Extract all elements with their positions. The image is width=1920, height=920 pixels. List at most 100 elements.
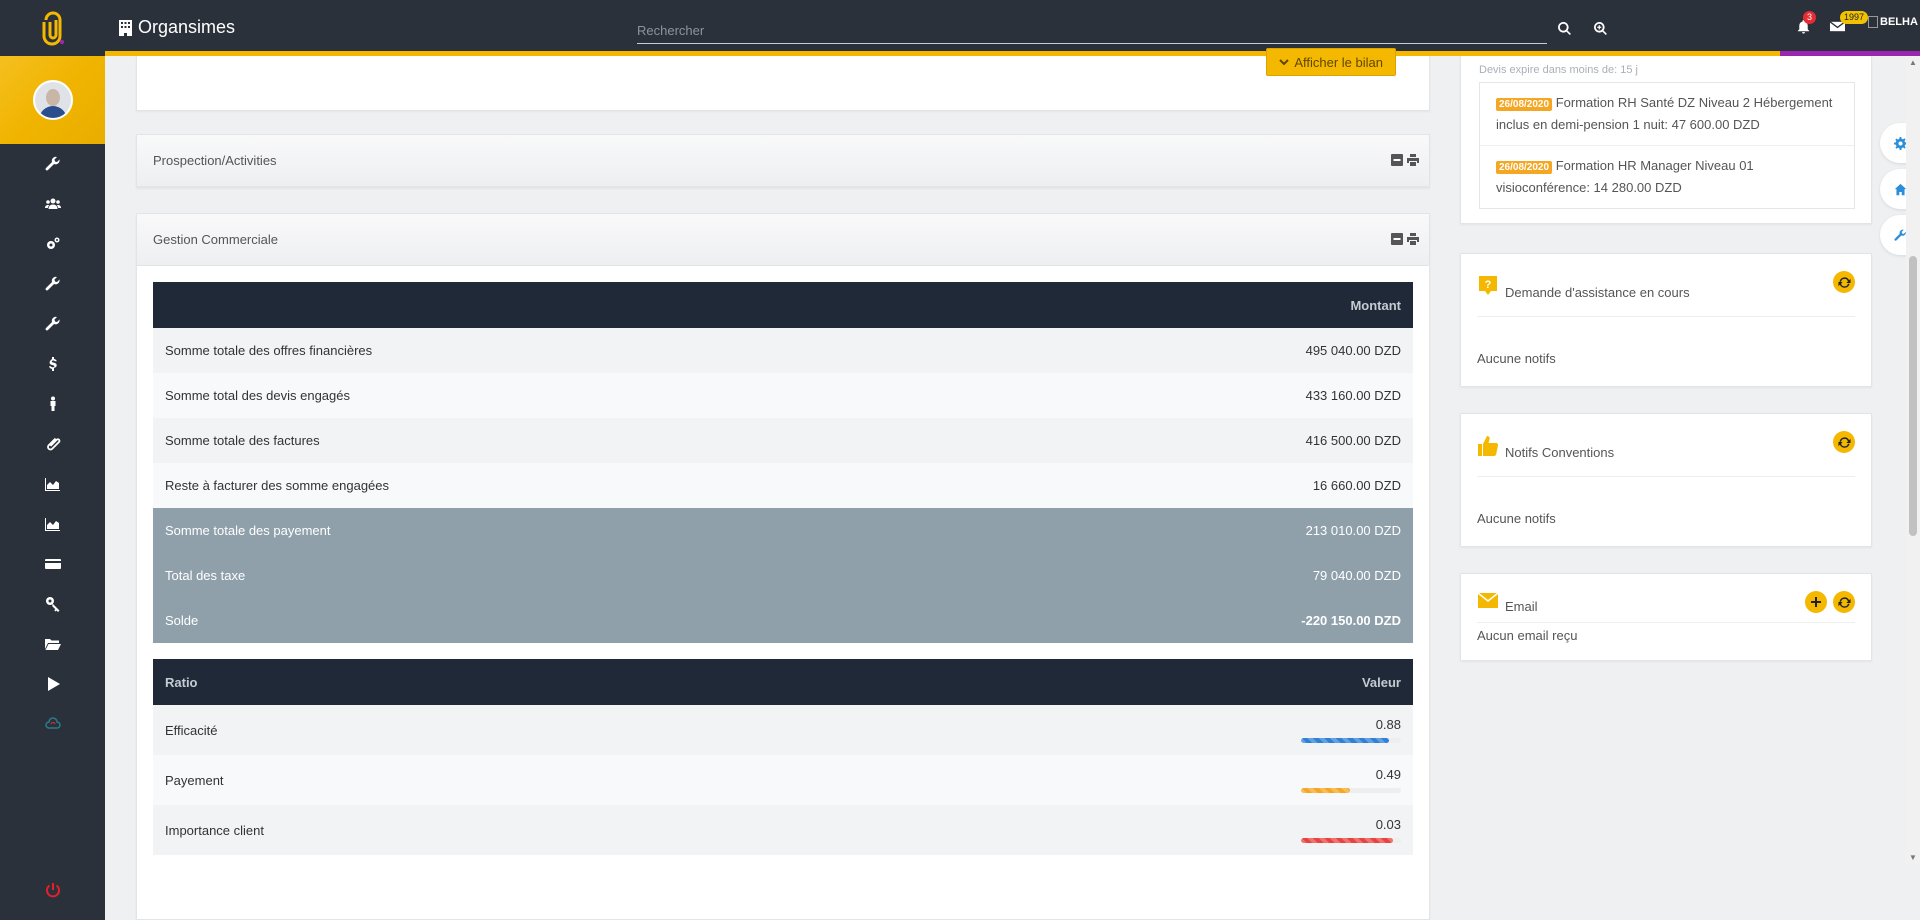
table-row: Solde -220 150.00 DZD bbox=[153, 598, 1413, 643]
refresh-icon bbox=[1837, 596, 1851, 608]
sidebar-item-play[interactable] bbox=[0, 664, 105, 704]
power-icon bbox=[45, 883, 60, 898]
row-label: Somme total des devis engagés bbox=[153, 373, 994, 418]
print-icon[interactable] bbox=[1407, 233, 1419, 245]
refresh-button[interactable] bbox=[1833, 431, 1855, 453]
row-label: Somme totale des offres financières bbox=[153, 328, 994, 373]
collapse-icon[interactable] bbox=[1391, 233, 1403, 245]
ratio-label: Importance client bbox=[153, 805, 781, 855]
sidebar-item-person[interactable] bbox=[0, 384, 105, 424]
table-row: Somme totale des offres financières 495 0… bbox=[153, 328, 1413, 373]
list-item[interactable]: 26/08/2020 Formation RH Santé DZ Niveau … bbox=[1480, 83, 1854, 146]
sidebar-item-finance[interactable] bbox=[0, 344, 105, 384]
sidebar-item-stats[interactable] bbox=[0, 464, 105, 504]
logout-button[interactable] bbox=[0, 870, 105, 910]
app-logo[interactable] bbox=[0, 0, 105, 56]
sidebar-item-config[interactable] bbox=[0, 224, 105, 264]
chevron-down-icon bbox=[1279, 59, 1290, 66]
sidebar-item-cards[interactable] bbox=[0, 544, 105, 584]
devis-card: Devis expire dans moins de: 15 j 26/08/2… bbox=[1460, 56, 1872, 224]
refresh-button[interactable] bbox=[1833, 591, 1855, 613]
messages-button[interactable]: 1997 bbox=[1829, 11, 1869, 37]
ratio-cell: 0.03 bbox=[780, 805, 1413, 855]
user-menu[interactable]: BELHA bbox=[1868, 16, 1920, 29]
ratio-label: Efficacité bbox=[153, 705, 781, 755]
sidebar bbox=[0, 0, 105, 920]
prospection-title: Prospection/Activities bbox=[153, 153, 277, 168]
paperclip-icon bbox=[46, 437, 60, 451]
row-label: Solde bbox=[153, 598, 994, 643]
show-bilan-button[interactable]: Afficher le bilan bbox=[1266, 48, 1396, 76]
sidebar-item-reports[interactable] bbox=[0, 504, 105, 544]
folder-open-icon bbox=[44, 639, 61, 650]
user-name: BELHA bbox=[1880, 16, 1918, 28]
row-value: 79 040.00 DZD bbox=[993, 553, 1413, 598]
add-email-button[interactable] bbox=[1805, 591, 1827, 613]
collapse-icon[interactable] bbox=[1391, 154, 1403, 166]
gestion-header: Gestion Commerciale bbox=[137, 214, 1429, 266]
devis-list: 26/08/2020 Formation RH Santé DZ Niveau … bbox=[1479, 82, 1855, 209]
prospection-header: Prospection/Activities bbox=[137, 135, 1429, 187]
panel-tools bbox=[1391, 154, 1419, 166]
scroll-down-arrow[interactable]: ▼ bbox=[1909, 853, 1917, 862]
scroll-up-arrow[interactable]: ▲ bbox=[1909, 58, 1917, 67]
ratio-cell: 0.88 bbox=[780, 705, 1413, 755]
list-item[interactable]: 26/08/2020 Formation HR Manager Niveau 0… bbox=[1480, 146, 1854, 208]
svg-text:?: ? bbox=[1485, 279, 1492, 291]
notifications-badge: 3 bbox=[1803, 11, 1817, 24]
assistance-header: ? Demande d'assistance en cours bbox=[1461, 254, 1871, 316]
gears-icon bbox=[46, 237, 59, 249]
search-icon bbox=[1557, 21, 1571, 35]
sidebar-item-users[interactable] bbox=[0, 184, 105, 224]
sidebar-item-tools[interactable] bbox=[0, 264, 105, 304]
gear-icon bbox=[1893, 136, 1907, 150]
paperclip-logo-icon bbox=[42, 11, 64, 46]
email-empty: Aucun email reçu bbox=[1477, 628, 1578, 643]
print-icon[interactable] bbox=[1407, 154, 1419, 166]
bilan-card: Afficher le bilan bbox=[136, 48, 1430, 111]
search-bar bbox=[637, 18, 1547, 44]
refresh-button[interactable] bbox=[1833, 271, 1855, 293]
page-title-text: Organsimes bbox=[138, 17, 236, 37]
row-value: 433 160.00 DZD bbox=[993, 373, 1413, 418]
user-image-icon bbox=[1868, 16, 1878, 29]
plus-icon bbox=[1811, 597, 1821, 607]
row-label: Reste à facturer des somme engagées bbox=[153, 463, 994, 508]
table-row: Somme totale des payement 213 010.00 DZD bbox=[153, 508, 1413, 553]
conventions-card: Notifs Conventions Aucune notifs bbox=[1460, 413, 1872, 547]
messages-badge: 1997 bbox=[1840, 11, 1869, 24]
refresh-icon bbox=[1837, 436, 1851, 448]
scrollbar[interactable]: ▲ ▼ bbox=[1906, 56, 1920, 864]
prospection-panel: Prospection/Activities bbox=[136, 134, 1430, 188]
ratio-header-value: Valeur bbox=[780, 659, 1413, 705]
sidebar-item-cloud[interactable] bbox=[0, 704, 105, 744]
amount-table-header: Montant bbox=[153, 282, 1413, 328]
wrench-icon bbox=[45, 316, 60, 331]
email-header: Email bbox=[1461, 574, 1871, 622]
solde-value: -220 150.00 DZD bbox=[993, 598, 1413, 643]
sidebar-item-maintenance[interactable] bbox=[0, 304, 105, 344]
advanced-search-button[interactable] bbox=[1591, 19, 1609, 37]
ratio-label: Payement bbox=[153, 755, 781, 805]
sidebar-item-settings[interactable] bbox=[0, 144, 105, 184]
search-input[interactable] bbox=[637, 18, 1547, 42]
ratio-progress-bar bbox=[1301, 738, 1401, 743]
search-button[interactable] bbox=[1555, 19, 1573, 37]
users-icon bbox=[44, 198, 61, 209]
ratio-cell: 0.49 bbox=[780, 755, 1413, 805]
sidebar-item-folders[interactable] bbox=[0, 624, 105, 664]
avatar[interactable] bbox=[32, 80, 73, 120]
ratio-value: 0.03 bbox=[1375, 817, 1401, 832]
row-value: 16 660.00 DZD bbox=[993, 463, 1413, 508]
scrollbar-thumb[interactable] bbox=[1909, 256, 1917, 536]
sidebar-item-keys[interactable] bbox=[0, 584, 105, 624]
panel-tools bbox=[1391, 233, 1419, 245]
devis-expiry-note: Devis expire dans moins de: 15 j bbox=[1479, 64, 1638, 76]
ratio-value: 0.49 bbox=[1375, 767, 1401, 782]
wrench-icon bbox=[1893, 229, 1906, 241]
notifications-button[interactable]: 3 bbox=[1796, 11, 1817, 37]
conventions-empty: Aucune notifs bbox=[1477, 511, 1556, 526]
ratio-value: 0.88 bbox=[1375, 717, 1401, 732]
sidebar-item-attachments[interactable] bbox=[0, 424, 105, 464]
assistance-empty: Aucune notifs bbox=[1477, 351, 1556, 366]
